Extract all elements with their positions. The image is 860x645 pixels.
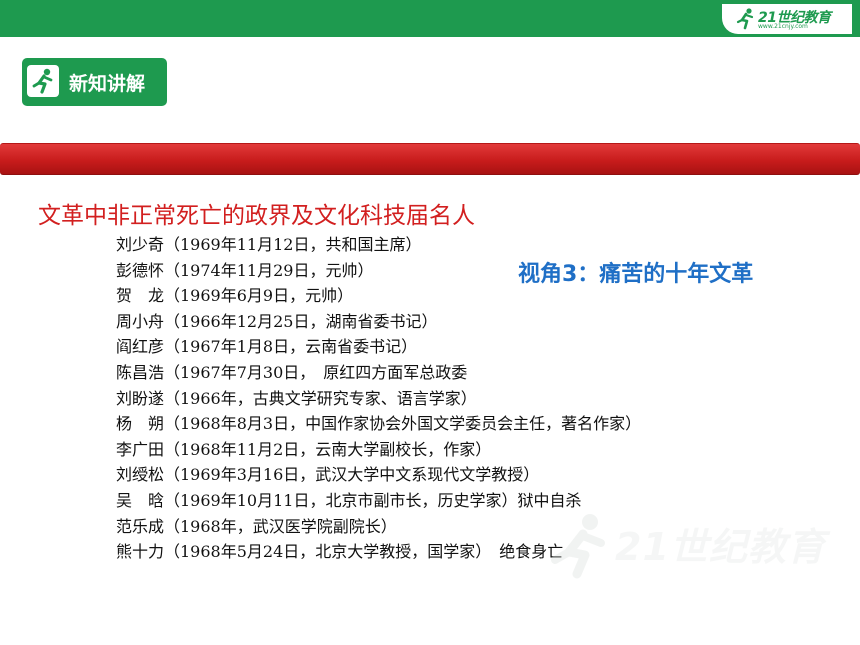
list-item: 周小舟（1966年12月25日，湖南省委书记） bbox=[116, 311, 438, 331]
watermark-runner-icon bbox=[551, 514, 605, 579]
list-item: 阎红彦（1967年1月8日，云南省委书记） bbox=[116, 337, 418, 357]
list-item: 李广田（1968年11月2日，云南大学副校长，作家） bbox=[116, 439, 492, 459]
list-item: 刘少奇（1969年11月12日，共和国主席） bbox=[116, 235, 422, 254]
red-divider-band bbox=[0, 143, 860, 175]
watermark-name: 21世纪教育 bbox=[615, 525, 826, 569]
watermark: 21世纪教育 bbox=[545, 510, 825, 584]
running-person-icon bbox=[32, 68, 53, 94]
brand-url: www.21cnjy.com bbox=[758, 23, 808, 30]
list-item: 杨 朔（1968年8月3日，中国作家协会外国文学委员会主任，著名作家） bbox=[116, 414, 642, 434]
list-item: 陈昌浩（1967年7月30日， 原红四方面军总政委 bbox=[116, 362, 468, 382]
list-item: 刘盼遂（1966年，古典文学研究专家、语言学家） bbox=[116, 388, 477, 408]
running-figure-logo-icon bbox=[736, 8, 754, 30]
section-icon-box bbox=[27, 65, 59, 97]
brand-logo-area: 21世纪教育 www.21cnjy.com bbox=[722, 4, 852, 34]
section-title: 新知讲解 bbox=[69, 73, 146, 95]
list-item: 彭德怀（1974年11月29日，元帅） bbox=[116, 260, 374, 280]
slide-heading: 文革中非正常死亡的政界及文化科技届名人 bbox=[38, 203, 475, 229]
top-bar: 21世纪教育 www.21cnjy.com bbox=[0, 0, 860, 37]
section-badge: 新知讲解 bbox=[22, 58, 167, 106]
list-item: 刘绶松（1969年3月16日，武汉大学中文系现代文学教授） bbox=[116, 465, 540, 485]
list-item: 贺 龙（1969年6月9日，元帅） bbox=[116, 286, 354, 306]
